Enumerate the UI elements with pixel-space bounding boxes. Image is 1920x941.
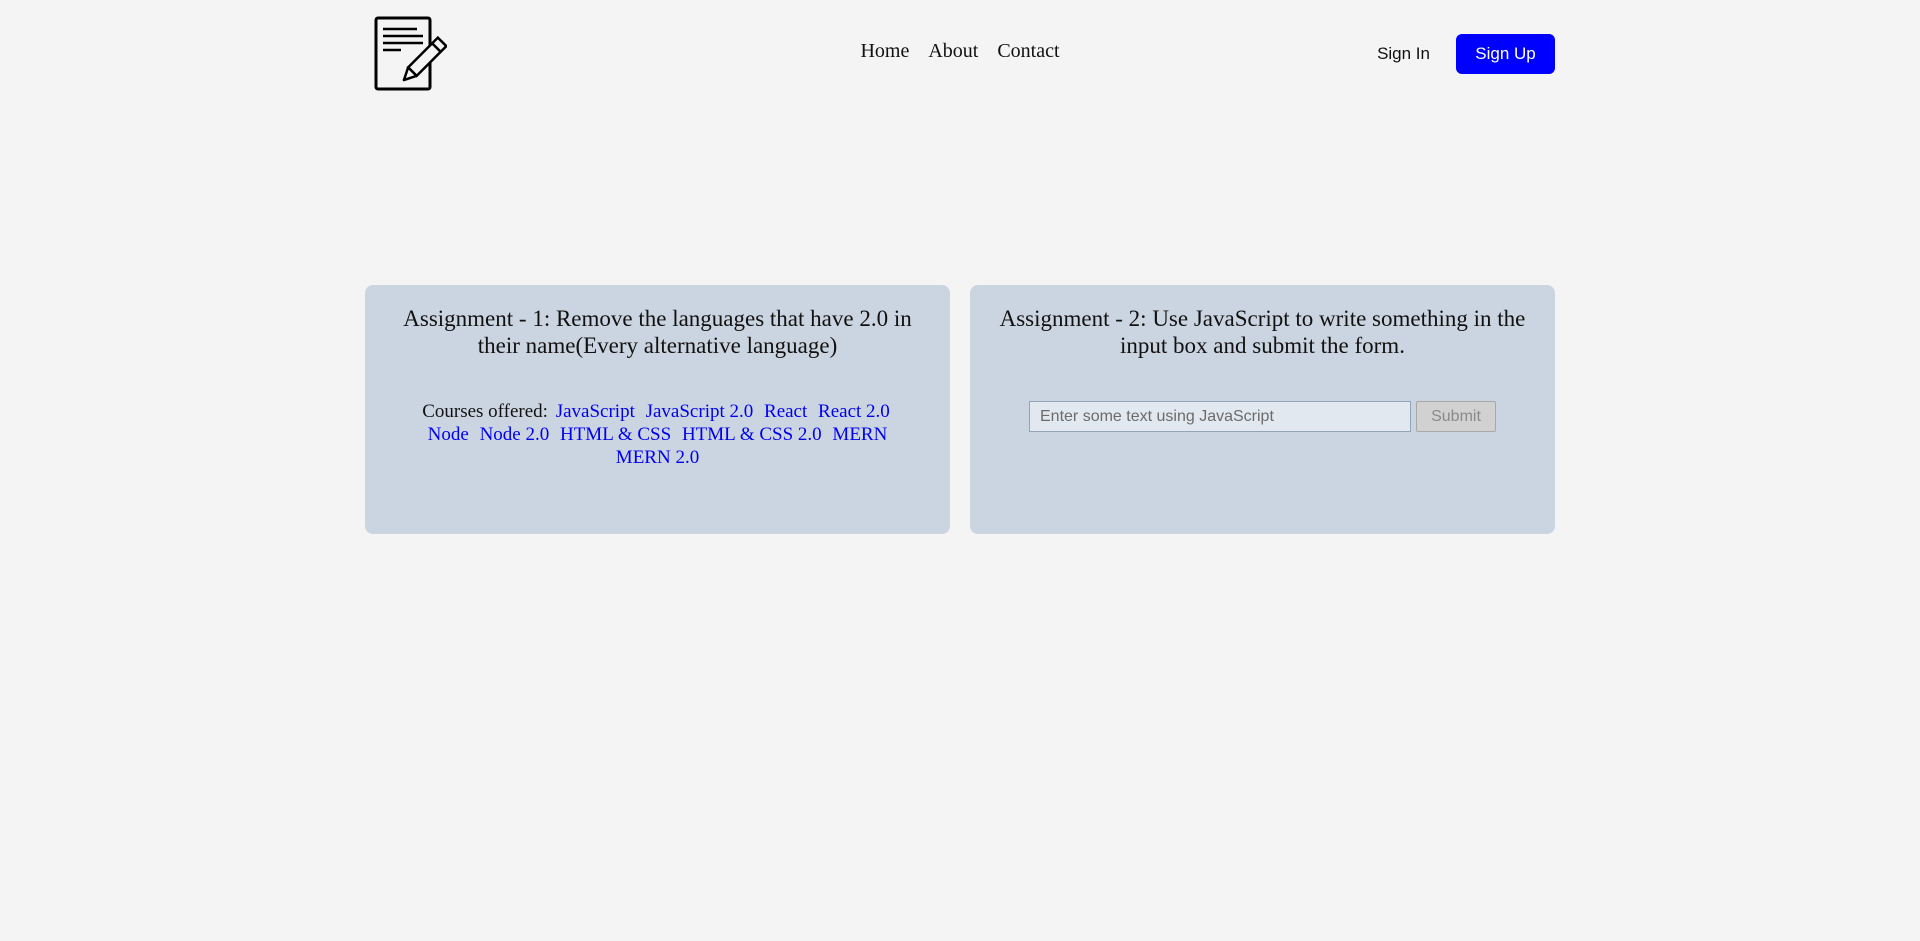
course-link[interactable]: Node [428, 424, 469, 445]
site-header: Home About Contact Sign In Sign Up [365, 0, 1555, 107]
course-link[interactable]: HTML & CSS [560, 424, 671, 445]
course-link[interactable]: Node 2.0 [480, 424, 550, 445]
text-input[interactable] [1029, 401, 1411, 432]
sign-up-button[interactable]: Sign Up [1456, 34, 1555, 74]
nav-about-link[interactable]: About [928, 40, 978, 62]
submit-button[interactable]: Submit [1416, 401, 1496, 432]
assignments-container: Assignment - 1: Remove the languages tha… [365, 285, 1555, 534]
course-link[interactable]: React 2.0 [818, 401, 890, 422]
courses-label: Courses offered: [422, 401, 548, 422]
assignment-2-title: Assignment - 2: Use JavaScript to write … [999, 306, 1526, 358]
assignment-2-card: Assignment - 2: Use JavaScript to write … [970, 285, 1555, 534]
auth-actions: Sign In Sign Up [1377, 34, 1555, 74]
courses-list: Courses offered: JavaScript JavaScript 2… [389, 400, 926, 469]
assignment-1-card: Assignment - 1: Remove the languages tha… [365, 285, 950, 534]
course-link[interactable]: JavaScript 2.0 [646, 401, 754, 422]
course-link[interactable]: MERN [832, 424, 887, 445]
course-link[interactable]: JavaScript [556, 401, 635, 422]
nav-home-link[interactable]: Home [860, 40, 909, 62]
course-link[interactable]: MERN 2.0 [616, 447, 699, 468]
course-link[interactable]: HTML & CSS 2.0 [682, 424, 822, 445]
course-link[interactable]: React [764, 401, 807, 422]
nav-contact-link[interactable]: Contact [997, 40, 1059, 62]
assignment-2-form: Submit [994, 401, 1531, 432]
assignment-1-title: Assignment - 1: Remove the languages tha… [403, 306, 912, 358]
sign-in-link[interactable]: Sign In [1377, 44, 1430, 64]
